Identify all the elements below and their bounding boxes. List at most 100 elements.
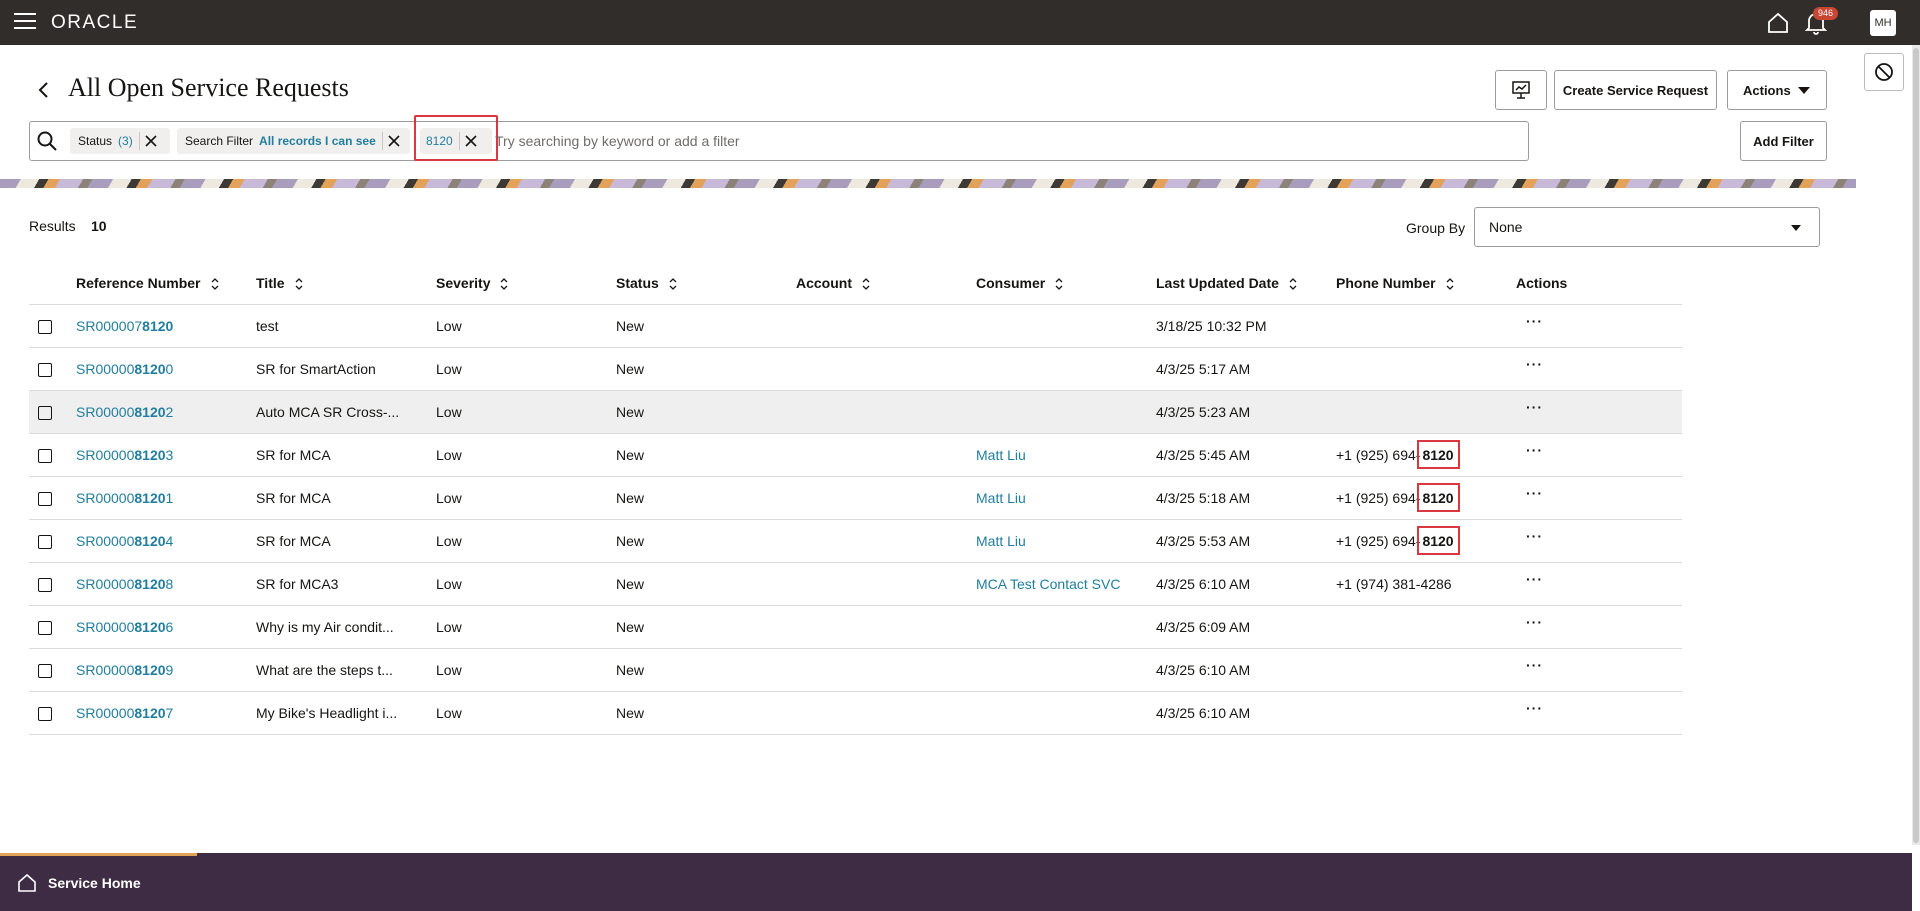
row-checkbox[interactable] [38,448,52,463]
status-cell: New [616,648,796,692]
create-service-request-button[interactable]: Create Service Request [1554,70,1717,110]
column-header-account[interactable]: Account [796,262,976,305]
hamburger-menu-icon[interactable] [14,13,36,31]
row-actions-more-icon[interactable]: ··· [1526,571,1543,587]
column-header-status[interactable]: Status [616,262,796,305]
remove-search-filter-icon[interactable] [383,128,405,154]
reference-number-link[interactable]: SR0000081203 [76,447,173,463]
remove-status-filter-icon[interactable] [140,128,162,154]
title-cell: SR for MCA3 [256,562,436,606]
row-checkbox[interactable] [38,620,52,635]
actions-menu-button[interactable]: Actions [1727,70,1827,110]
row-actions-more-icon[interactable]: ··· [1526,399,1543,415]
row-checkbox[interactable] [38,362,52,377]
status-filter-chip[interactable]: Status (3) [70,128,170,154]
reference-number-link[interactable]: SR0000081202 [76,404,173,420]
back-arrow-icon[interactable] [34,80,54,100]
title-cell: Auto MCA SR Cross-... [256,390,436,434]
reference-number-link[interactable]: SR0000081200 [76,361,173,377]
title-cell: test [256,304,436,348]
column-header-actions: Actions [1516,262,1682,305]
service-home-tab[interactable]: Service Home [16,872,141,894]
column-header-reference-number[interactable]: Reference Number [76,262,256,305]
row-actions-more-icon[interactable]: ··· [1526,356,1543,372]
presentation-button[interactable] [1495,70,1547,110]
add-filter-button[interactable]: Add Filter [1740,121,1827,161]
row-checkbox[interactable] [38,491,52,506]
search-icon[interactable] [36,130,58,152]
reference-number-link[interactable]: SR0000081201 [76,490,173,506]
row-checkbox[interactable] [38,405,52,420]
row-actions-more-icon[interactable]: ··· [1526,485,1543,501]
last-updated-cell: 4/3/25 6:10 AM [1156,562,1336,606]
home-icon[interactable] [1766,11,1790,35]
table-row[interactable]: SR0000081202 Auto MCA SR Cross-... Low New 4… [29,390,1682,434]
status-cell: New [616,519,796,563]
status-cell: New [616,433,796,477]
search-input[interactable] [495,128,1515,154]
account-cell [796,605,976,649]
reference-number-link[interactable]: SR0000081206 [76,619,173,635]
sort-icon[interactable] [295,278,303,290]
row-actions-more-icon[interactable]: ··· [1526,700,1543,716]
table-row[interactable]: SR0000081206 Why is my Air condit... Low Ne… [29,605,1682,649]
column-header-title[interactable]: Title [256,262,436,305]
column-header-severity[interactable]: Severity [436,262,616,305]
row-actions-more-icon[interactable]: ··· [1526,657,1543,673]
row-actions-more-icon[interactable]: ··· [1526,313,1543,329]
phone-cell: +1 (925) 694- 8120 [1336,519,1516,563]
consumer-link[interactable]: Matt Liu [976,533,1026,549]
sort-icon[interactable] [1289,278,1297,290]
reference-number-link[interactable]: SR0000081208 [76,576,173,592]
reference-number-link[interactable]: SR0000081204 [76,533,173,549]
row-actions-more-icon[interactable]: ··· [1526,614,1543,630]
group-by-select[interactable]: None [1474,207,1820,247]
row-actions-more-icon[interactable]: ··· [1526,528,1543,544]
sort-icon[interactable] [669,278,677,290]
sort-icon[interactable] [1055,278,1063,290]
consumer-link[interactable]: MCA Test Contact SVC [976,576,1120,592]
reference-number-link[interactable]: SR0000078120 [76,318,173,334]
search-filter-chip[interactable]: Search Filter All records I can see [177,128,410,154]
table-row[interactable]: SR0000081201 SR for MCA Low New Matt Liu 4/3/… [29,476,1682,520]
block-button[interactable] [1864,53,1904,91]
row-actions-more-icon[interactable]: ··· [1526,442,1543,458]
row-checkbox[interactable] [38,706,52,721]
avatar[interactable]: MH [1870,10,1896,36]
row-checkbox[interactable] [38,663,52,678]
account-cell [796,562,976,606]
title-cell: SR for MCA [256,476,436,520]
column-header-phone-number[interactable]: Phone Number [1336,262,1516,305]
sort-icon[interactable] [500,278,508,290]
page-scrollbar-thumb[interactable] [1913,48,1919,843]
presentation-icon [1512,81,1530,99]
table-row[interactable]: SR0000078120 test Low New 3/18/25 10:32 PM ··… [29,304,1682,348]
column-header-consumer[interactable]: Consumer [976,262,1156,305]
severity-cell: Low [436,476,616,520]
phone-number: +1 (925) 694- 8120 [1336,525,1460,555]
table-row[interactable]: SR0000081209 What are the steps t... Low Ne… [29,648,1682,692]
reference-number-link[interactable]: SR0000081209 [76,662,173,678]
sort-icon[interactable] [211,278,219,290]
reference-number-link[interactable]: SR0000081207 [76,705,173,721]
status-cell: New [616,304,796,348]
consumer-link[interactable]: Matt Liu [976,447,1026,463]
phone-cell [1336,347,1516,391]
table-row[interactable]: SR0000081208 SR for MCA3 Low New MCA Test Co… [29,562,1682,606]
row-checkbox[interactable] [38,577,52,592]
row-checkbox[interactable] [38,534,52,549]
column-header-last-updated-date[interactable]: Last Updated Date [1156,262,1336,305]
table-row[interactable]: SR0000081203 SR for MCA Low New Matt Liu 4/3/… [29,433,1682,477]
table-row[interactable]: SR0000081200 SR for SmartAction Low New 4/3/… [29,347,1682,391]
sort-icon[interactable] [862,278,870,290]
chip-label: Search Filter [185,134,254,148]
decorative-banner [0,179,1856,188]
consumer-link[interactable]: Matt Liu [976,490,1026,506]
sort-icon[interactable] [1446,278,1454,290]
table-row[interactable]: SR0000081207 My Bike's Headlight i... Low N… [29,691,1682,735]
group-by-value: None [1489,219,1523,235]
table-row[interactable]: SR0000081204 SR for MCA Low New Matt Liu 4/3/… [29,519,1682,563]
severity-cell: Low [436,519,616,563]
row-checkbox[interactable] [38,319,52,334]
table-header-row: Reference Number Title Severity Status A… [29,262,1682,305]
